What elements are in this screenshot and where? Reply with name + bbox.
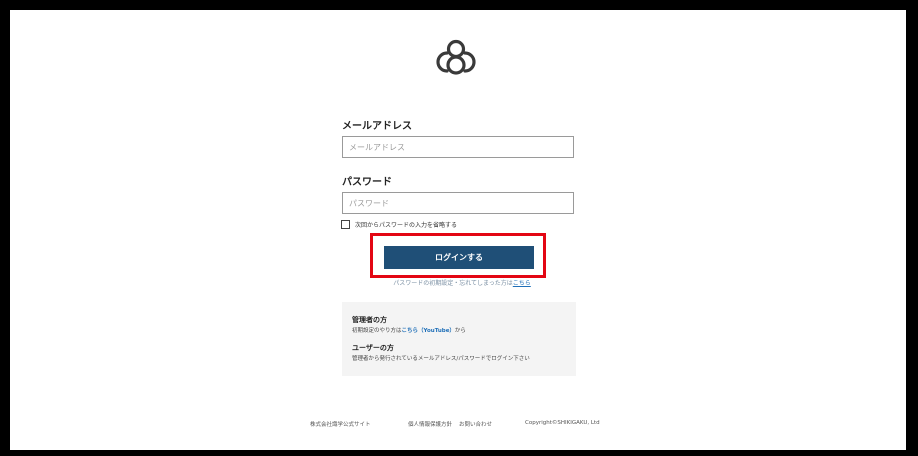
admin-text: 初期設定のやり方はこちら（YouTube）から: [352, 326, 466, 334]
password-input[interactable]: [342, 192, 574, 214]
password-label: パスワード: [342, 177, 392, 188]
info-panel: 管理者の方 初期設定のやり方はこちら（YouTube）から ユーザーの方 管理者…: [342, 302, 576, 376]
forgot-password: パスワードの初期設定・忘れてしまった方はこちら: [372, 278, 552, 287]
footer-privacy-link[interactable]: 個人情報保護方針: [408, 420, 452, 428]
footer-contact-link[interactable]: お問い合わせ: [459, 420, 492, 428]
email-input[interactable]: [342, 136, 574, 158]
remember-checkbox[interactable]: [341, 220, 350, 229]
remember-label: 次回からパスワードの入力を省略する: [355, 222, 458, 229]
forgot-text: パスワードの初期設定・忘れてしまった方は: [393, 280, 513, 287]
user-text: 管理者から発行されているメールアドレス/パスワードでログイン下さい: [352, 356, 530, 362]
remember-me[interactable]: 次回からパスワードの入力を省略する: [341, 220, 457, 229]
logo-icon: [436, 39, 476, 75]
admin-text-prefix: 初期設定のやり方は: [352, 328, 402, 334]
user-title: ユーザーの方: [352, 344, 394, 352]
admin-title: 管理者の方: [352, 316, 387, 324]
email-label: メールアドレス: [342, 121, 412, 132]
footer-copyright: Copyright©SHIKIGAKU, Ltd: [525, 420, 600, 426]
youtube-link[interactable]: こちら（YouTube）: [402, 328, 455, 334]
forgot-link[interactable]: こちら: [513, 280, 531, 287]
admin-text-suffix: から: [454, 328, 466, 334]
login-button[interactable]: ログインする: [384, 246, 534, 269]
footer-corporate-link[interactable]: 株式会社識学公式サイト: [310, 420, 371, 428]
login-page: メールアドレス パスワード 次回からパスワードの入力を省略する ログインする パ…: [10, 10, 906, 450]
